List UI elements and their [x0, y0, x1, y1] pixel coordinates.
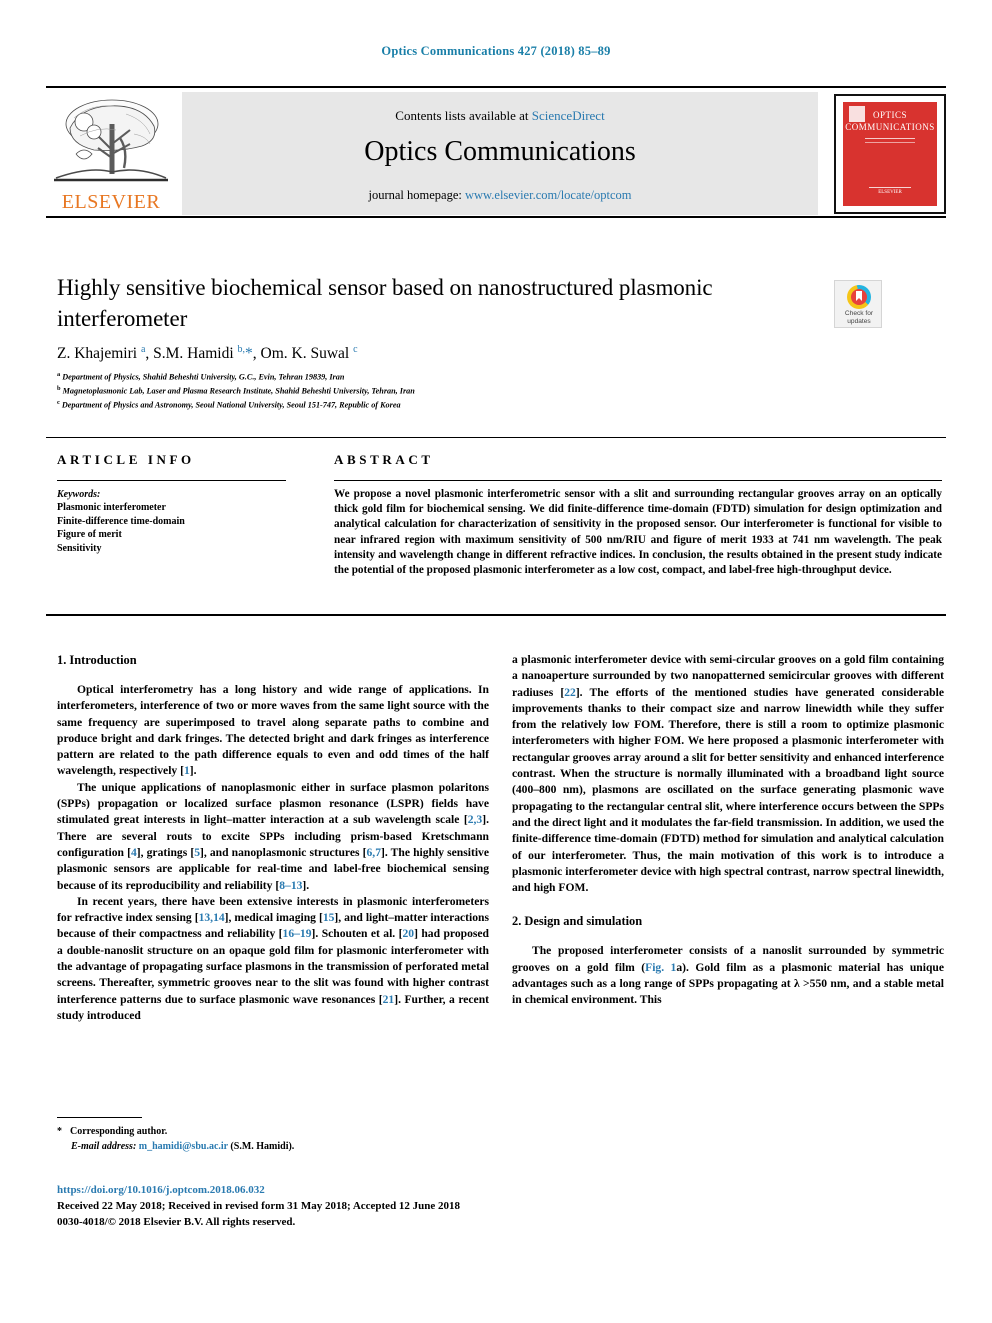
contents-prefix: Contents lists available at [395, 108, 532, 123]
cover-title-line2: COMMUNICATIONS [845, 122, 935, 132]
cover-footer-text: ELSEVIER [878, 190, 902, 195]
journal-cover-thumbnail: OPTICS COMMUNICATIONS ELSEVIER [834, 94, 946, 214]
crossmark-label: Check for updates [835, 310, 883, 326]
corresponding-author-note: * Corresponding author. [57, 1124, 497, 1139]
homepage-prefix: journal homepage: [368, 188, 465, 202]
keywords-block: Keywords: Plasmonic interferometer Finit… [57, 488, 297, 555]
sciencedirect-link[interactable]: ScienceDirect [532, 108, 605, 123]
article-info-rule [57, 480, 286, 481]
running-head: Optics Communications 427 (2018) 85–89 [381, 44, 611, 58]
author-list: Z. Khajemiri a, S.M. Hamidi b,*, Om. K. … [57, 344, 358, 363]
keyword-item: Sensitivity [57, 542, 102, 554]
paragraph-intro-3: In recent years, there have been extensi… [57, 894, 490, 1022]
paper-page: Optics Communications 427 (2018) 85–89 E… [0, 0, 992, 1323]
paragraph-intro-2: The unique applications of nanoplasmonic… [57, 780, 489, 892]
crossmark-line2: updates [847, 318, 871, 325]
section-heading-introduction: 1. Introduction [57, 653, 137, 667]
affiliation-mark-c: c [57, 399, 60, 407]
affiliation-c: c Department of Physics and Astronomy, S… [57, 397, 887, 411]
cover-divider [865, 138, 915, 143]
crossmark-icon [847, 285, 871, 309]
footer-block: https://doi.org/10.1016/j.optcom.2018.06… [57, 1182, 617, 1230]
abstract-text: We propose a novel plasmonic interferome… [334, 488, 942, 577]
footnote-block: * Corresponding author. E-mail address: m… [57, 1124, 497, 1154]
elsevier-logo: ELSEVIER [50, 94, 172, 216]
email-note: E-mail address: m_hamidi@sbu.ac.ir (S.M.… [57, 1139, 497, 1154]
body-column-left: 1. Introduction Optical interferometry h… [57, 652, 489, 1024]
affiliation-a: a Department of Physics, Shahid Beheshti… [57, 369, 887, 383]
affiliations: a Department of Physics, Shahid Beheshti… [57, 369, 887, 411]
info-band-top-rule [46, 437, 946, 438]
doi-link[interactable]: https://doi.org/10.1016/j.optcom.2018.06… [57, 1182, 617, 1198]
paragraph-intro-1: Optical interferometry has a long histor… [57, 683, 489, 778]
affiliation-text-a: Department of Physics, Shahid Beheshti U… [62, 372, 345, 382]
keyword-item: Figure of merit [57, 529, 122, 541]
journal-homepage-link[interactable]: www.elsevier.com/locate/optcom [465, 188, 632, 202]
elsevier-wordmark: ELSEVIER [61, 191, 161, 213]
crossmark-badge[interactable]: Check for updates [834, 280, 882, 328]
footnote-star: * [57, 1126, 62, 1137]
cover-footer: ELSEVIER [869, 187, 911, 196]
corresponding-author-text: Corresponding author. [70, 1126, 168, 1137]
page-title: Highly sensitive biochemical sensor base… [57, 275, 713, 331]
affiliation-mark-b: b [57, 385, 61, 393]
keywords-label: Keywords: [57, 489, 101, 500]
affiliation-mark-a: a [57, 371, 61, 378]
abstract-rule [334, 480, 942, 481]
masthead-center: Contents lists available at ScienceDirec… [182, 92, 818, 215]
copyright-line: 0030-4018/© 2018 Elsevier B.V. All right… [57, 1216, 296, 1228]
contents-line: Contents lists available at ScienceDirec… [182, 108, 818, 124]
journal-masthead: ELSEVIER Contents lists available at Sci… [46, 86, 946, 218]
affiliation-text-c: Department of Physics and Astronomy, Seo… [61, 401, 401, 411]
paragraph-intro-4: a plasmonic interferometer device with s… [512, 653, 944, 895]
journal-title: Optics Communications [364, 136, 636, 167]
affiliation-text-b: Magnetoplasmonic Lab, Laser and Plasma R… [62, 386, 415, 396]
homepage-line: journal homepage: www.elsevier.com/locat… [182, 188, 818, 203]
crossmark-line1: Check for [844, 310, 874, 317]
article-info-heading: ARTICLE INFO [57, 452, 195, 467]
keyword-item: Finite-difference time-domain [57, 515, 185, 527]
email-label: E-mail address: [71, 1141, 137, 1152]
email-link[interactable]: m_hamidi@sbu.ac.ir [139, 1141, 228, 1152]
email-suffix: (S.M. Hamidi). [230, 1141, 295, 1152]
info-band-bottom-rule [46, 614, 946, 616]
body-column-right: a plasmonic interferometer device with s… [512, 652, 944, 1009]
paragraph-design-1: The proposed interferometer consists of … [512, 944, 944, 1007]
cover-title-line1: OPTICS [872, 110, 907, 120]
affiliation-b: b Magnetoplasmonic Lab, Laser and Plasma… [57, 383, 887, 397]
footnote-rule [57, 1117, 142, 1118]
abstract-heading: ABSTRACT [334, 452, 434, 467]
section-heading-design-and-simulation: 2. Design and simulation [512, 914, 643, 929]
received-dates: Received 22 May 2018; Received in revise… [57, 1200, 461, 1212]
keyword-item: Plasmonic interferometer [57, 502, 166, 514]
